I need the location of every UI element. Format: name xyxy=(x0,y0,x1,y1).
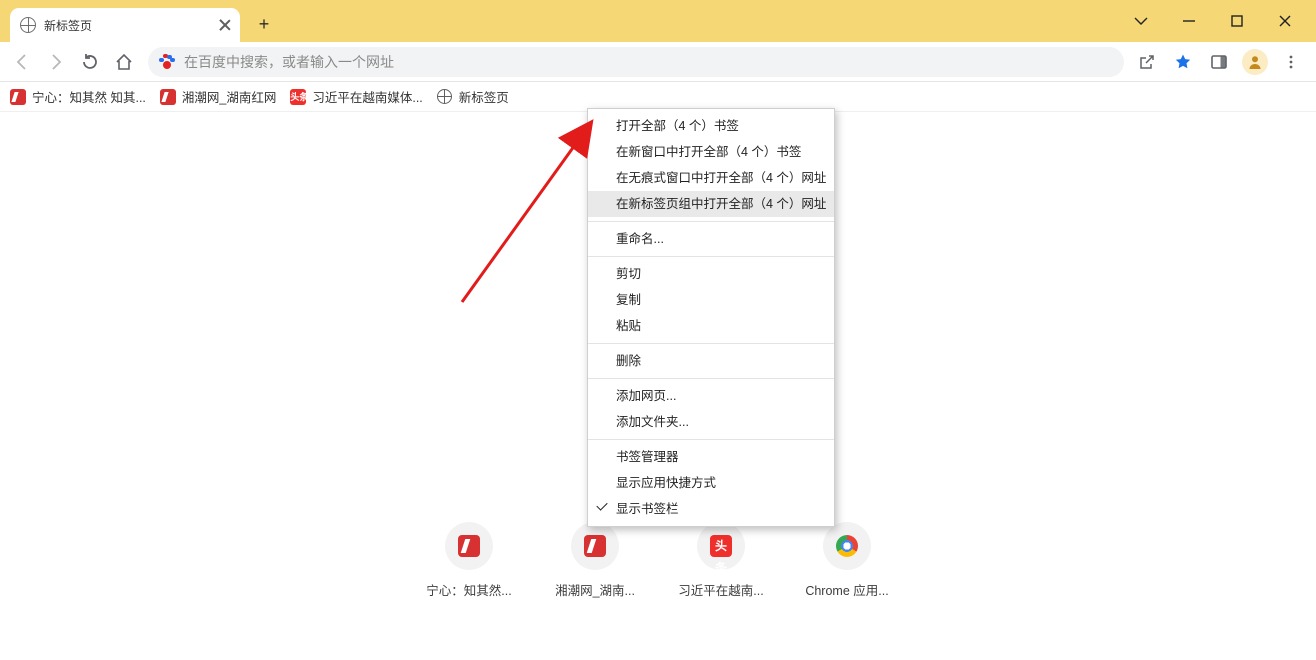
shortcut-label: 湘潮网_湖南... xyxy=(555,580,635,599)
shortcut-chip xyxy=(571,522,619,570)
profile-avatar[interactable] xyxy=(1240,47,1270,77)
bookmark-item[interactable]: 宁心：知其然 知其... xyxy=(10,87,146,106)
shortcut-tiles: 宁心：知其然... 湘潮网_湖南... 头条习近平在越南... Chrome 应用..… xyxy=(423,522,893,599)
chrome-menu-icon[interactable] xyxy=(1276,47,1306,77)
context-menu-item[interactable]: 删除 xyxy=(588,348,834,374)
new-tab-button[interactable]: + xyxy=(250,10,278,38)
context-menu-separator xyxy=(588,343,834,344)
forward-button[interactable] xyxy=(40,46,72,78)
context-menu-separator xyxy=(588,221,834,222)
tab-title: 新标签页 xyxy=(44,17,210,34)
bookmark-label: 宁心：知其然 知其... xyxy=(32,87,146,106)
shortcut-chip xyxy=(823,522,871,570)
shortcut-tile[interactable]: 宁心：知其然... xyxy=(423,522,515,599)
side-panel-icon[interactable] xyxy=(1204,47,1234,77)
address-bar[interactable] xyxy=(148,47,1124,77)
context-menu-separator xyxy=(588,256,834,257)
reload-button[interactable] xyxy=(74,46,106,78)
context-menu-item[interactable]: 复制 xyxy=(588,287,834,313)
toolbar xyxy=(0,42,1316,82)
context-menu-item[interactable]: 添加文件夹... xyxy=(588,409,834,435)
context-menu-item[interactable]: 打开全部（4 个）书签 xyxy=(588,113,834,139)
bookmark-label: 习近平在越南媒体... xyxy=(312,87,422,106)
context-menu-item[interactable]: 在无痕式窗口中打开全部（4 个）网址 xyxy=(588,165,834,191)
window-maximize-button[interactable] xyxy=(1224,8,1250,34)
context-menu-item[interactable]: 重命名... xyxy=(588,226,834,252)
bookmark-star-icon[interactable] xyxy=(1168,47,1198,77)
context-menu-item[interactable]: 在新窗口中打开全部（4 个）书签 xyxy=(588,139,834,165)
back-button[interactable] xyxy=(6,46,38,78)
shortcut-chip: 头条 xyxy=(697,522,745,570)
shortcut-tile[interactable]: 湘潮网_湖南... xyxy=(549,522,641,599)
context-menu-item[interactable]: 添加网页... xyxy=(588,383,834,409)
context-menu-item[interactable]: 显示应用快捷方式 xyxy=(588,470,834,496)
shortcut-tile[interactable]: Chrome 应用... xyxy=(801,522,893,599)
bookmark-label: 湘潮网_湖南红网 xyxy=(182,87,276,106)
window-minimize-button[interactable] xyxy=(1176,8,1202,34)
shortcut-tile[interactable]: 头条习近平在越南... xyxy=(675,522,767,599)
address-input[interactable] xyxy=(184,54,1114,70)
context-menu-item[interactable]: 剪切 xyxy=(588,261,834,287)
context-menu-item[interactable]: 书签管理器 xyxy=(588,444,834,470)
titlebar: 新标签页 + xyxy=(0,0,1316,42)
globe-icon xyxy=(20,17,36,33)
bookmark-item[interactable]: 新标签页 xyxy=(437,87,509,106)
window-close-button[interactable] xyxy=(1272,8,1298,34)
context-menu-item[interactable]: 粘贴 xyxy=(588,313,834,339)
share-icon[interactable] xyxy=(1132,47,1162,77)
window-controls xyxy=(1110,0,1316,42)
context-menu-item[interactable]: 显示书签栏 xyxy=(588,496,834,522)
close-tab-icon[interactable] xyxy=(218,18,232,32)
shortcut-chip xyxy=(445,522,493,570)
bookmarks-context-menu: 打开全部（4 个）书签在新窗口中打开全部（4 个）书签在无痕式窗口中打开全部（4… xyxy=(587,108,835,527)
bookmark-item[interactable]: 湘潮网_湖南红网 xyxy=(160,87,276,106)
context-menu-separator xyxy=(588,378,834,379)
window-dropdown-button[interactable] xyxy=(1128,8,1154,34)
shortcut-label: Chrome 应用... xyxy=(805,580,888,599)
shortcut-label: 习近平在越南... xyxy=(678,580,763,599)
bookmark-label: 新标签页 xyxy=(459,87,509,106)
shortcut-label: 宁心：知其然... xyxy=(426,580,511,599)
home-button[interactable] xyxy=(108,46,140,78)
browser-tab[interactable]: 新标签页 xyxy=(10,8,240,42)
context-menu-separator xyxy=(588,439,834,440)
bookmark-item[interactable]: 头条习近平在越南媒体... xyxy=(290,87,422,106)
context-menu-item[interactable]: 在新标签页组中打开全部（4 个）网址 xyxy=(588,191,834,217)
baidu-icon xyxy=(158,53,176,71)
